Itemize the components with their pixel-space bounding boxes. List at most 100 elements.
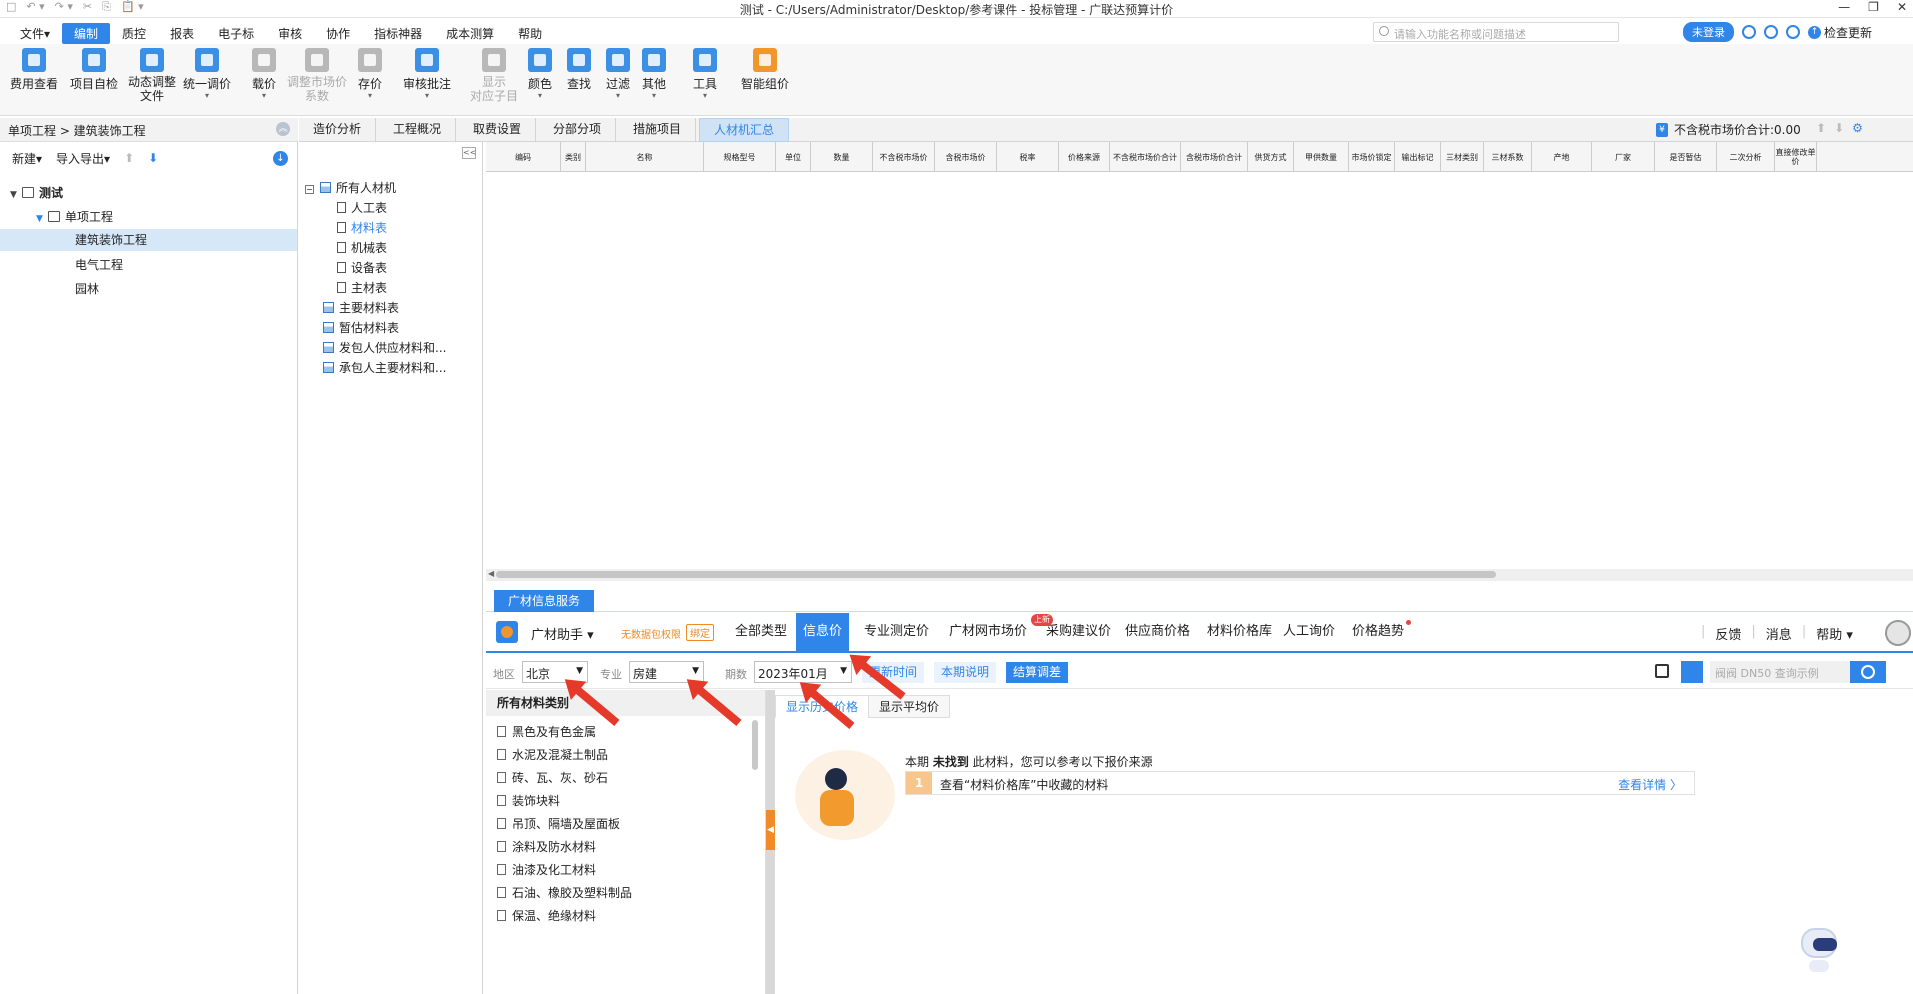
col-price-ex-tax[interactable]: 不含税市场价 xyxy=(873,142,935,172)
category-item[interactable]: 涂料及防水材料 xyxy=(497,837,596,857)
message-link[interactable]: 消息 xyxy=(1766,624,1792,643)
category-item[interactable]: 油漆及化工材料 xyxy=(497,860,596,880)
col-three-material-coef[interactable]: 三材系数 xyxy=(1484,142,1532,172)
col-total-ex-tax[interactable]: 不含税市场价合计 xyxy=(1110,142,1181,172)
view-details-link[interactable]: 查看详情 〉 xyxy=(1618,776,1682,793)
self-check-button[interactable]: 项目自检 xyxy=(70,48,118,92)
col-price-lock[interactable]: 市场价锁定 xyxy=(1349,142,1395,172)
menu-quality[interactable]: 质控 xyxy=(110,23,158,44)
col-supply-mode[interactable]: 供货方式 xyxy=(1248,142,1294,172)
tab-sub-items[interactable]: 分部分项 xyxy=(539,118,617,142)
bind-button[interactable]: 绑定 xyxy=(686,624,714,641)
tab-price-trend[interactable]: 价格趋势 xyxy=(1345,613,1411,651)
settle-adjust-button[interactable]: 结算调差 xyxy=(1006,662,1069,683)
category-item[interactable]: 吊顶、隔墙及屋面板 xyxy=(497,814,620,834)
material-info-service-tab[interactable]: 广材信息服务 xyxy=(494,590,595,612)
fee-view-button[interactable]: 费用查看 xyxy=(10,48,58,92)
col-type[interactable]: 类别 xyxy=(561,142,586,172)
robot-assistant-icon[interactable] xyxy=(1797,928,1841,978)
collapse-icon[interactable]: ︽ xyxy=(276,122,290,136)
menu-report[interactable]: 报表 xyxy=(158,23,206,44)
import-export-button[interactable]: 导入导出▾ xyxy=(56,150,110,167)
tree-contractor-main[interactable]: 承包人主要材料和... xyxy=(323,358,446,378)
collapse-box-icon[interactable]: − xyxy=(305,185,314,194)
tab-info-price[interactable]: 信息价 xyxy=(796,613,850,651)
restore-button[interactable]: ❐ xyxy=(1868,0,1879,14)
scrollbar-thumb[interactable] xyxy=(496,571,1496,578)
tree-all-labor-material[interactable]: − 所有人材机 xyxy=(305,178,396,198)
tab-labor-material-summary[interactable]: 人材机汇总 xyxy=(699,118,790,142)
col-qty[interactable]: 数量 xyxy=(811,142,873,172)
col-unit[interactable]: 单位 xyxy=(776,142,811,172)
tree-material-table[interactable]: 材料表 xyxy=(337,218,387,238)
expand-icon[interactable]: ▼ xyxy=(36,208,48,230)
other-button[interactable]: 其他 ▾ xyxy=(642,48,666,100)
tree-key-materials[interactable]: 主要材料表 xyxy=(323,298,399,318)
tab-labor-inquiry[interactable]: 人工询价 xyxy=(1276,613,1342,651)
sync-icon[interactable] xyxy=(1742,25,1756,39)
dynamic-adjust-button[interactable]: 动态调整 文件 xyxy=(128,48,176,103)
col-three-material-type[interactable]: 三材类别 xyxy=(1441,142,1484,172)
save-price-button[interactable]: 存价 ▾ xyxy=(358,48,382,100)
unlock-icon[interactable] xyxy=(1681,661,1703,683)
col-direct-edit[interactable]: 直接修改单价 xyxy=(1775,142,1817,172)
menu-review[interactable]: 审核 xyxy=(266,23,314,44)
menu-index[interactable]: 指标神器 xyxy=(362,23,434,44)
filter-button[interactable]: 过滤 ▾ xyxy=(606,48,630,100)
col-secondary-analysis[interactable]: 二次分析 xyxy=(1717,142,1775,172)
tab-cost-analysis[interactable]: 造价分析 xyxy=(299,118,377,142)
horizontal-scrollbar[interactable]: ◀ xyxy=(486,569,1913,581)
col-name[interactable]: 名称 xyxy=(586,142,704,172)
col-price-inc-tax[interactable]: 含税市场价 xyxy=(935,142,997,172)
expand-icon[interactable]: ▼ xyxy=(10,184,22,206)
menu-help[interactable]: 帮助 xyxy=(506,23,554,44)
up-icon[interactable]: ⬆ xyxy=(1816,121,1826,135)
menu-edit[interactable]: 编制 xyxy=(62,23,111,44)
tree-node-single-project[interactable]: ▼ 单项工程 xyxy=(36,206,286,228)
period-note-button[interactable]: 本期说明 xyxy=(934,662,997,683)
tree-node-garden[interactable]: 园林 xyxy=(75,278,99,300)
check-update-button[interactable]: ↑ 检查更新 xyxy=(1808,24,1872,41)
col-output-mark[interactable]: 输出标记 xyxy=(1395,142,1441,172)
function-search-input[interactable]: 请输入功能名称或问题描述 xyxy=(1373,22,1619,42)
adjust-market-coef-button[interactable]: 调整市场价 系数 xyxy=(287,48,347,103)
tools-button[interactable]: 工具 ▾ xyxy=(693,48,717,100)
down-icon[interactable]: ⬇ xyxy=(1834,121,1844,135)
feedback-link[interactable]: 反馈 xyxy=(1715,624,1741,643)
material-search-input[interactable]: 阀阀 DN50 查询示例 xyxy=(1710,661,1850,683)
collapse-handle-icon[interactable]: ◀ xyxy=(766,810,775,850)
collapse-panel-icon[interactable]: << xyxy=(462,147,476,159)
tab-market-price[interactable]: 广材网市场价 xyxy=(942,613,1034,651)
scroll-left-icon[interactable]: ◀ xyxy=(488,569,494,578)
color-button[interactable]: 颜色 ▾ xyxy=(528,48,552,100)
info-icon[interactable] xyxy=(1786,25,1800,39)
category-item[interactable]: 装饰块料 xyxy=(497,791,560,811)
col-code[interactable]: 编码 xyxy=(486,142,561,172)
tree-labor-table[interactable]: 人工表 xyxy=(337,198,387,218)
col-is-provisional[interactable]: 是否暂估 xyxy=(1655,142,1717,172)
smart-pricing-button[interactable]: 智能组价 xyxy=(741,48,789,92)
move-down-icon[interactable]: ⬇ xyxy=(148,151,158,165)
col-price-source[interactable]: 价格来源 xyxy=(1059,142,1110,172)
tree-main-material-table[interactable]: 主材表 xyxy=(337,278,387,298)
minimize-button[interactable]: — xyxy=(1838,0,1850,14)
tree-equipment-table[interactable]: 设备表 xyxy=(337,258,387,278)
close-button[interactable]: ✕ xyxy=(1897,0,1907,14)
category-item[interactable]: 保温、绝缘材料 xyxy=(497,906,596,926)
review-note-button[interactable]: 审核批注 ▾ xyxy=(403,48,451,100)
tab-supplier-price[interactable]: 供应商价格 xyxy=(1118,613,1197,651)
category-item[interactable]: 黑色及有色金属 xyxy=(497,722,596,742)
tree-provisional-materials[interactable]: 暂估材料表 xyxy=(323,318,399,338)
show-subitem-button[interactable]: 显示 对应子目 xyxy=(470,48,518,103)
tree-node-electrical[interactable]: 电气工程 xyxy=(75,254,123,276)
search-button[interactable] xyxy=(1850,661,1886,683)
tree-machine-table[interactable]: 机械表 xyxy=(337,238,387,258)
panel-splitter[interactable]: ◀ xyxy=(766,690,775,994)
menu-file[interactable]: 文件▾ xyxy=(8,23,62,44)
menu-cost[interactable]: 成本测算 xyxy=(434,23,506,44)
move-up-icon[interactable]: ⬆ xyxy=(124,151,134,165)
menu-ebid[interactable]: 电子标 xyxy=(206,23,266,44)
settings-icon[interactable]: ⚙ xyxy=(1852,121,1863,135)
login-badge[interactable]: 未登录 xyxy=(1683,22,1734,42)
col-origin[interactable]: 产地 xyxy=(1532,142,1592,172)
